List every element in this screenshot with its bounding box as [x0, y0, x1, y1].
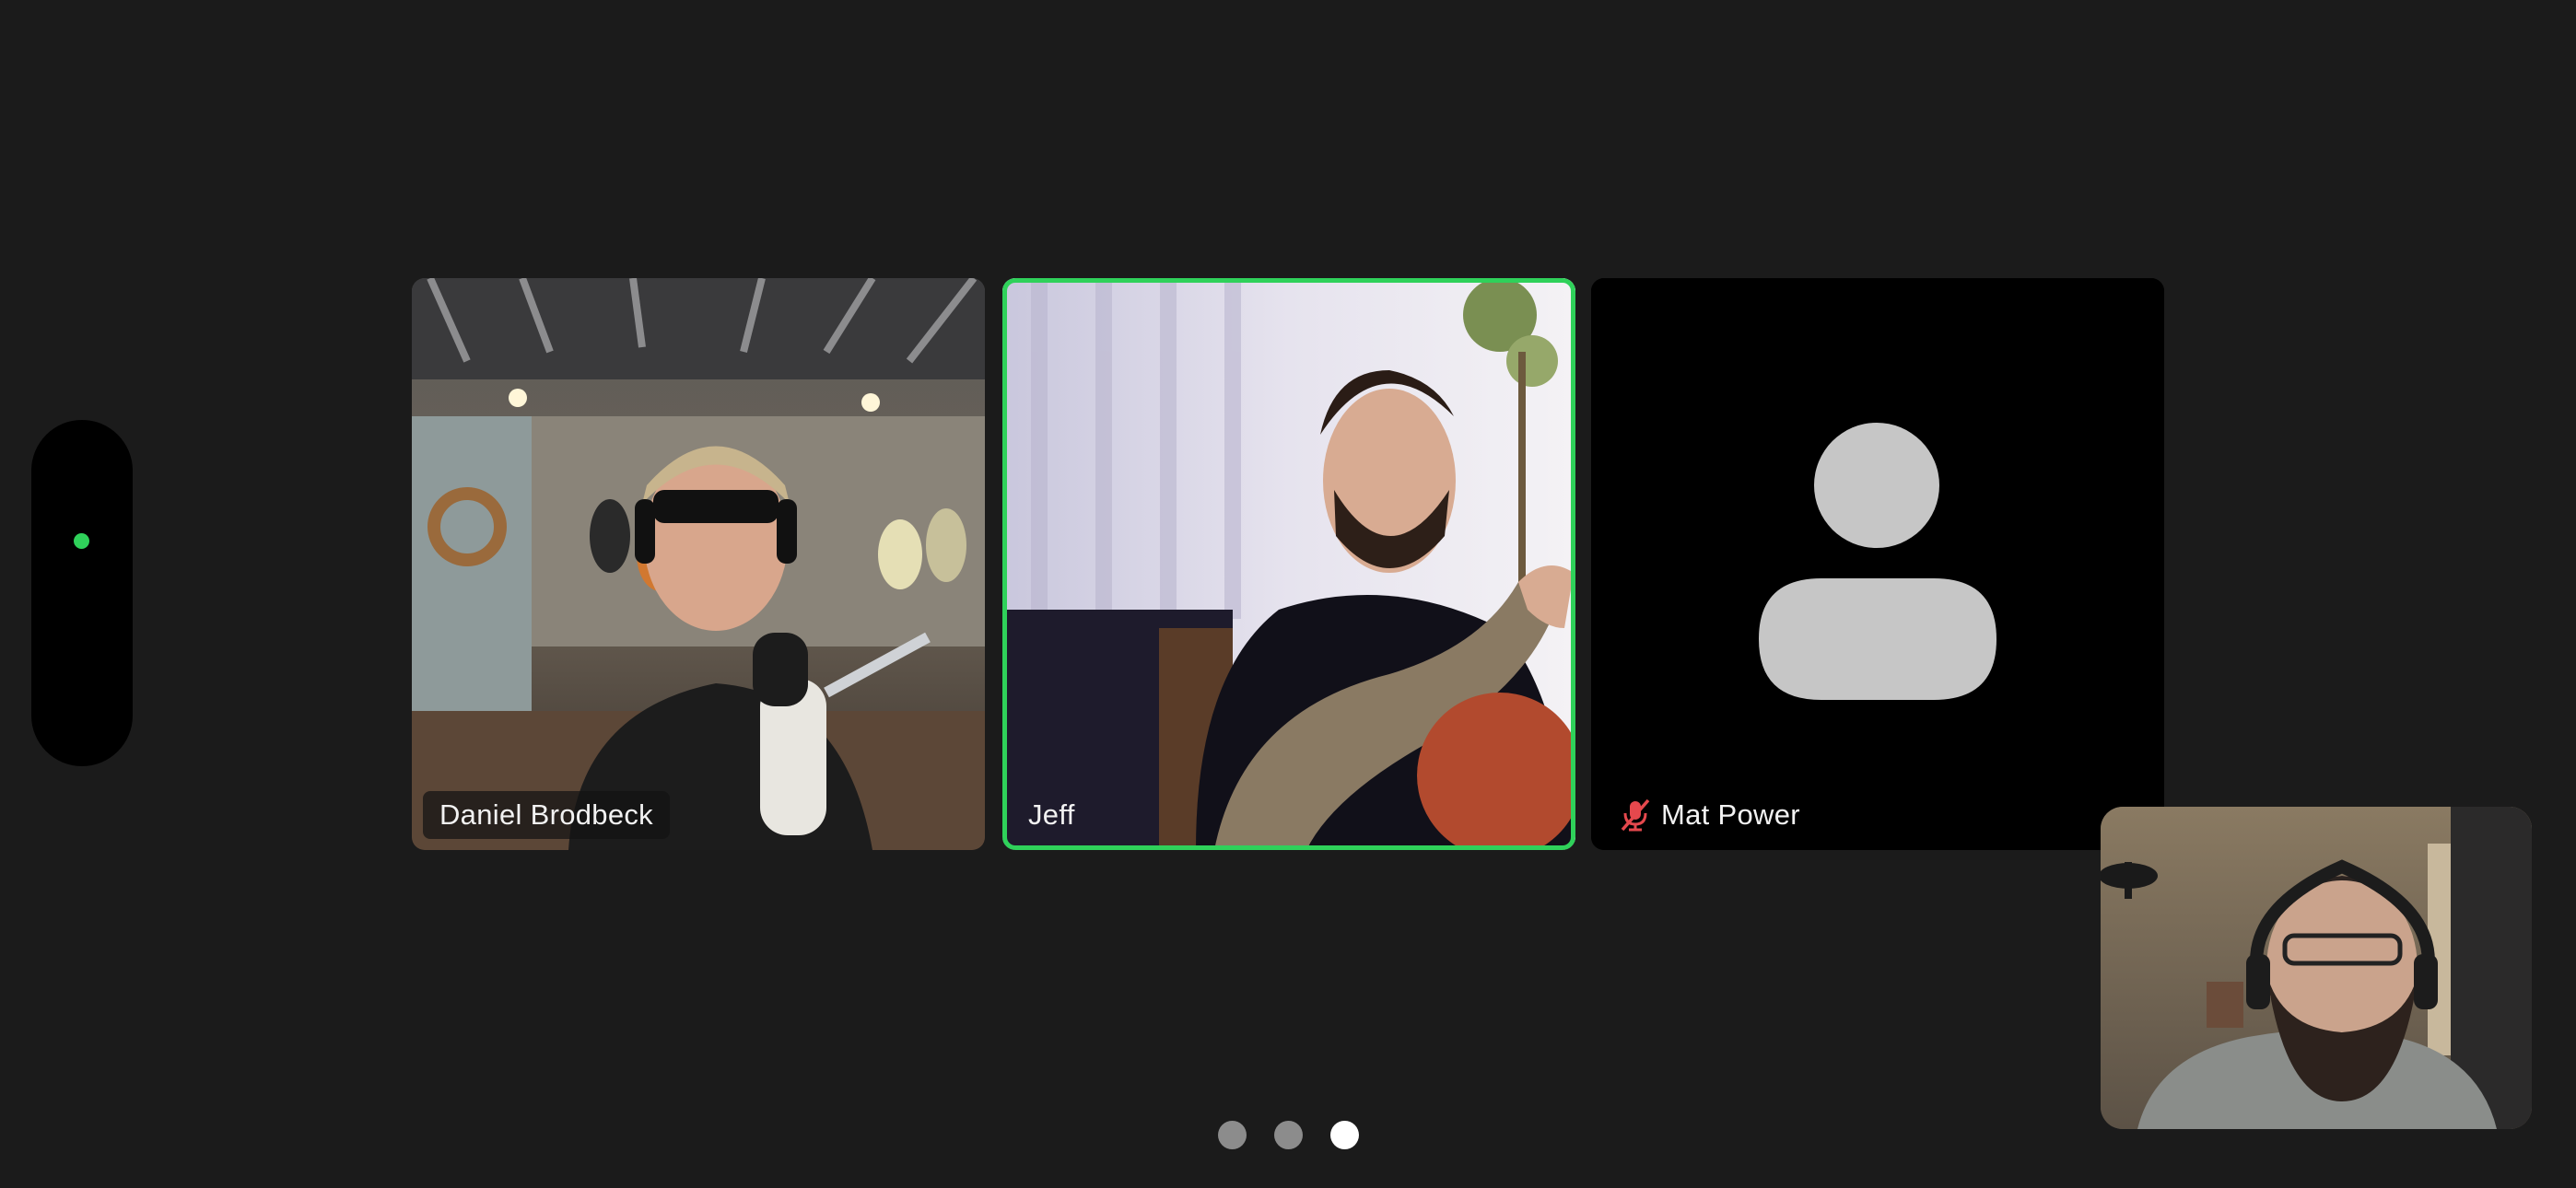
muted-microphone-icon	[1621, 798, 1650, 832]
avatar-head-icon	[1814, 423, 1939, 548]
page-dot-3[interactable]	[1330, 1121, 1359, 1149]
participant-name: Mat Power	[1661, 798, 1800, 831]
participant-video	[412, 278, 985, 850]
participant-name: Daniel Brodbeck	[439, 798, 653, 831]
meeting-gallery-view: Daniel Brodbeck Jeff Mat Power	[0, 0, 2576, 1188]
participant-name-tag: Daniel Brodbeck	[423, 791, 670, 839]
avatar-body-icon	[1759, 578, 1996, 700]
status-dot	[74, 533, 89, 549]
participant-tile-daniel-brodbeck[interactable]: Daniel Brodbeck	[412, 278, 985, 850]
page-dot-1[interactable]	[1218, 1121, 1247, 1149]
page-indicator	[1218, 1121, 1359, 1149]
avatar-placeholder	[1591, 278, 2164, 850]
side-panel-handle[interactable]	[31, 420, 133, 766]
participant-name-tag: Jeff	[1013, 791, 1092, 839]
self-view-video	[2101, 807, 2532, 1129]
participant-name-tag: Mat Power	[1602, 791, 1817, 839]
participant-tile-mat-power[interactable]: Mat Power	[1591, 278, 2164, 850]
participant-tile-jeff[interactable]: Jeff	[1002, 278, 1575, 850]
participant-name: Jeff	[1028, 798, 1075, 831]
participant-video	[1002, 278, 1575, 850]
page-dot-2[interactable]	[1274, 1121, 1303, 1149]
self-view-tile[interactable]	[2101, 807, 2532, 1129]
